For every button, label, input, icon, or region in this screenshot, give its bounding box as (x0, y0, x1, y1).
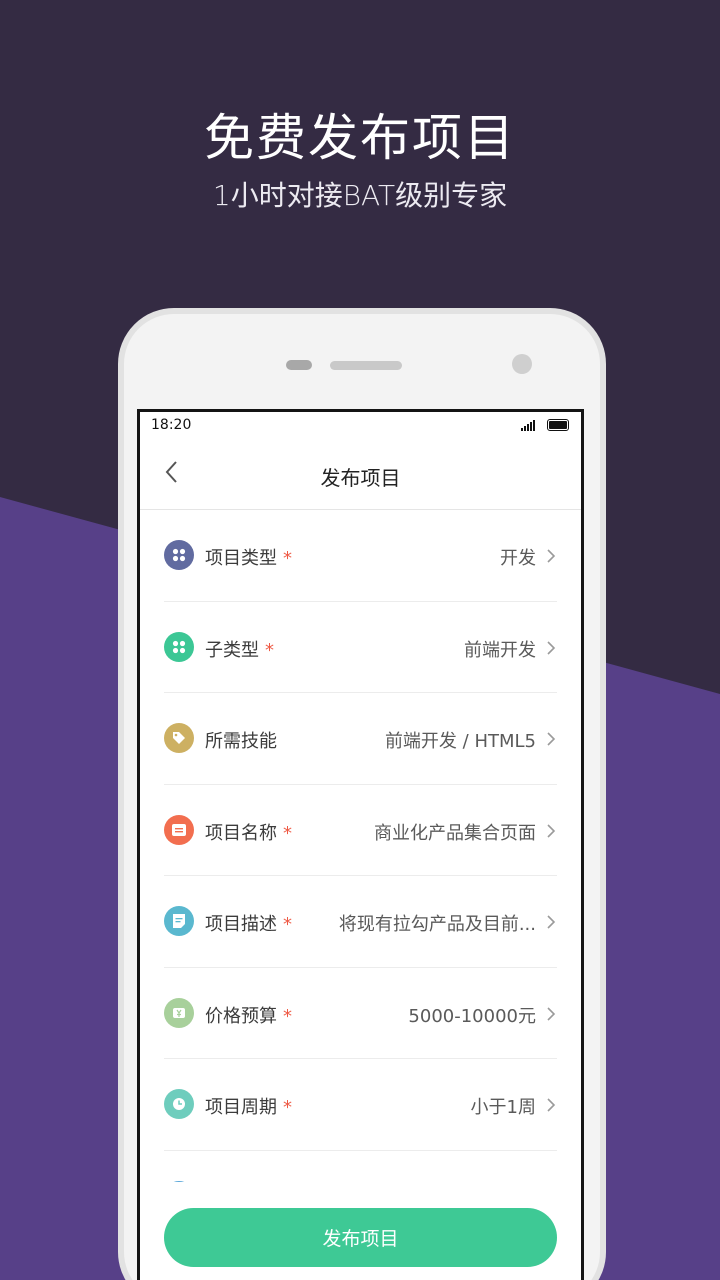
status-bar: 18:20 (140, 412, 581, 438)
required-mark: * (283, 548, 292, 569)
row-label: 所需技能 (205, 731, 277, 752)
signal-icon (521, 420, 535, 431)
form-row[interactable]: 子类型 * 前端开发 (164, 602, 557, 693)
form-row[interactable]: 价格预算 * 5000-10000元 (164, 968, 557, 1059)
form-row[interactable]: 所需技能 前端开发 / HTML5 (164, 693, 557, 785)
chevron-right-icon (547, 915, 556, 929)
form-row[interactable]: 项目名称 * 商业化产品集合页面 (164, 785, 557, 876)
chevron-right-icon (547, 1006, 556, 1021)
required-mark: * (283, 1097, 292, 1118)
row-label: 价格预算 * (205, 1005, 292, 1027)
row-label: 项目描述 * (205, 914, 292, 935)
phone-sensor (286, 360, 312, 370)
chevron-right-icon (547, 549, 556, 563)
row-label: 项目类型 * (205, 548, 292, 569)
required-mark: * (283, 914, 292, 935)
chevron-right-icon (547, 823, 556, 838)
row-value: 开发 (500, 548, 536, 569)
required-mark: * (283, 1005, 292, 1027)
form-list: 项目类型 * 开发子类型 * 前端开发所需技能 前端开发 / HTML5 项目名称 * 商业化产… (140, 510, 581, 1242)
hero-title: 免费发布项目 (204, 109, 516, 167)
publish-button[interactable]: 发布项目 (164, 1208, 557, 1267)
chevron-right-icon (547, 732, 556, 746)
price-icon (164, 997, 194, 1028)
form-row[interactable]: 项目周期 * 小于1周 (164, 1059, 557, 1151)
page-title: 发布项目 (320, 466, 401, 490)
form-row[interactable]: 项目类型 * 开发 (164, 510, 557, 602)
phone-camera (512, 354, 532, 374)
nav-bar: 发布项目 (140, 438, 581, 510)
chevron-right-icon (547, 1098, 556, 1112)
tag-icon (164, 723, 194, 753)
clock-icon (164, 1089, 194, 1119)
phone-speaker (330, 361, 402, 370)
battery-icon (547, 419, 569, 431)
row-label: 项目名称 * (205, 822, 292, 844)
document-icon (164, 906, 194, 936)
chevron-right-icon (547, 640, 556, 655)
row-value: 将现有拉勾产品及目前... (338, 914, 536, 935)
row-value: 5000-10000元 (408, 1005, 536, 1027)
row-label: 子类型 * (205, 639, 274, 661)
status-time: 18:20 (151, 417, 192, 433)
row-value: 商业化产品集合页面 (374, 822, 536, 844)
row-value: 前端开发 (464, 639, 536, 661)
grid-icon (164, 631, 194, 662)
row-label: 项目周期 * (205, 1097, 292, 1118)
hero-subtitle: 1小时对接BAT级别专家 (212, 179, 508, 212)
phone-screen: 18:20 发布项目 项目类型 * 开发子类型 * 前端开发所需技能 前端开发 / HTM… (137, 409, 584, 1280)
form-row[interactable]: 项目描述 * 将现有拉勾产品及目前... (164, 876, 557, 968)
required-mark: * (283, 822, 292, 844)
grid-icon (164, 540, 194, 570)
required-mark: * (265, 639, 274, 661)
row-value: 小于1周 (470, 1097, 536, 1118)
card-icon (164, 814, 194, 845)
row-value: 前端开发 / HTML5 (384, 731, 536, 752)
